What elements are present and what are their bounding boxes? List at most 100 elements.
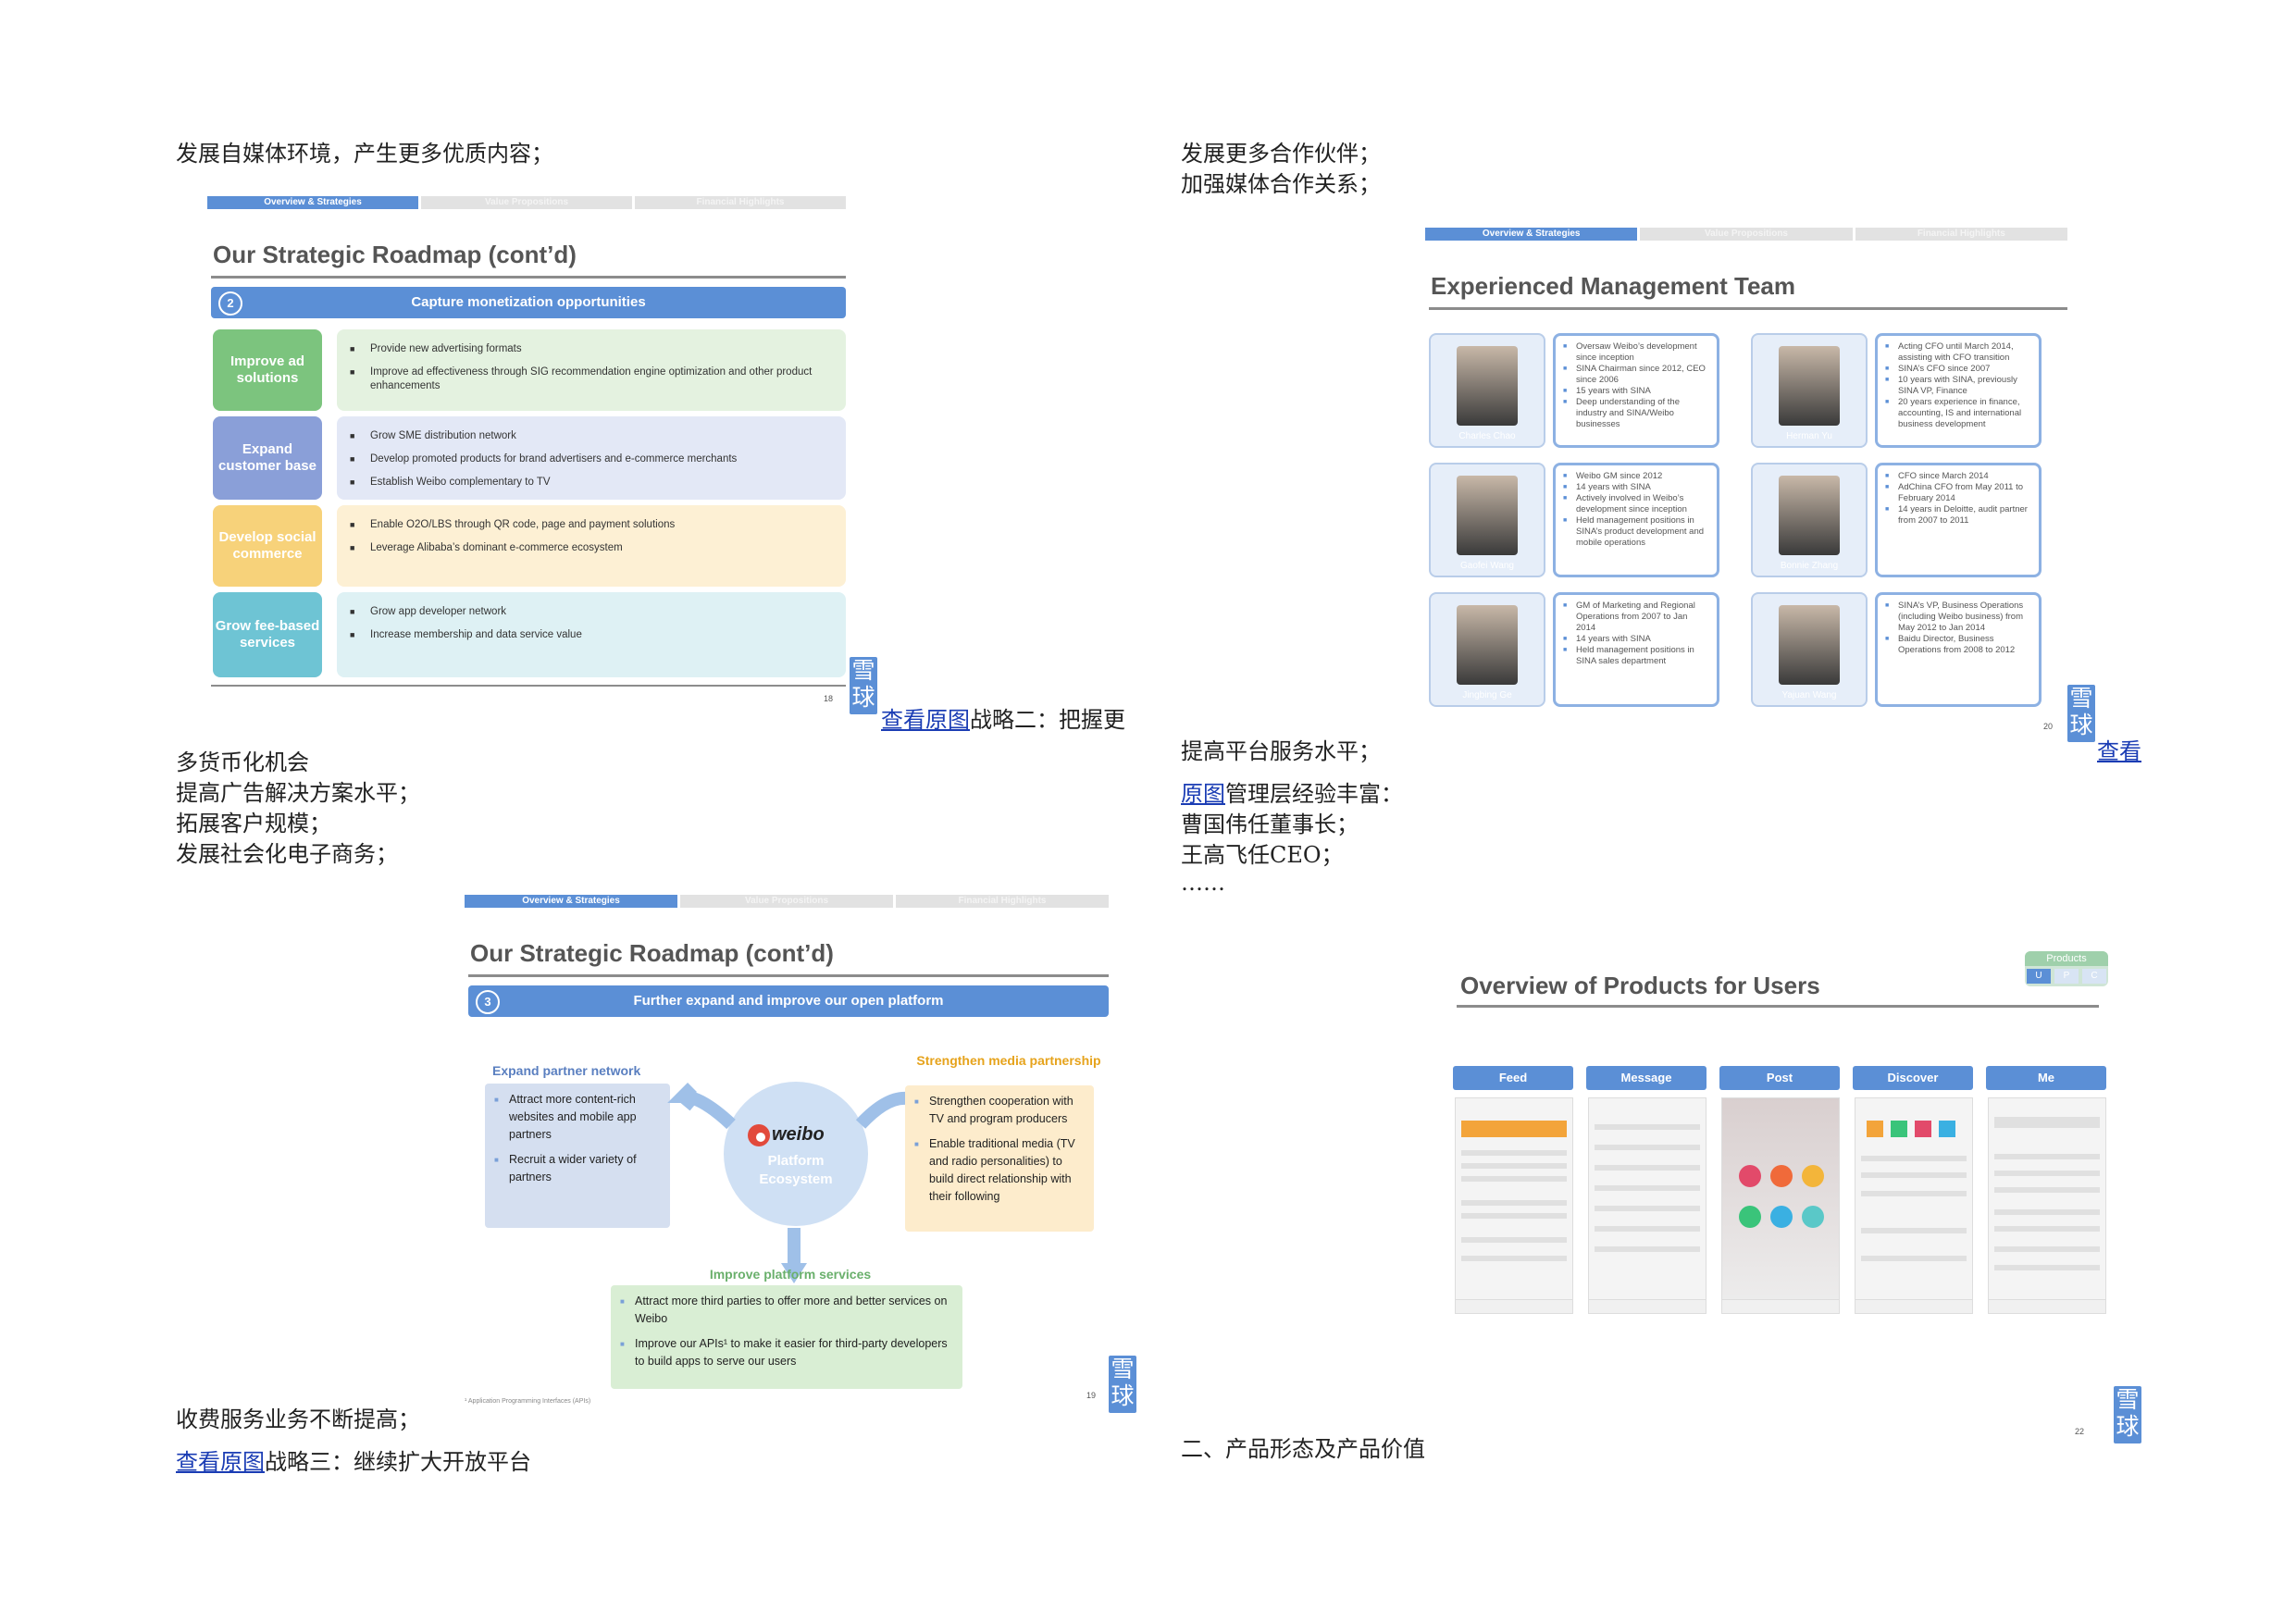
tab-discover: Discover	[1853, 1066, 1973, 1090]
list-item: Increase membership and data service val…	[350, 628, 833, 642]
bio-item: Held management positions in SINA sales …	[1563, 645, 1709, 667]
tab-overview: Overview & Strategies	[1425, 228, 1638, 241]
tab-overview: Overview & Strategies	[207, 196, 418, 209]
bio-card: Acting CFO until March 2014, assisting w…	[1875, 333, 2042, 448]
view-original-link-2[interactable]: 查看原图	[176, 1449, 265, 1475]
phone-post-screenshot	[1721, 1097, 1840, 1314]
bio-item: SINA’s VP, Business Operations (includin…	[1885, 601, 2031, 634]
media-partnership-panel: Strengthen cooperation with TV and progr…	[905, 1085, 1094, 1232]
strategy2-heading-a: 战略二：把握更	[970, 707, 1125, 733]
s2-line-1: 提高广告解决方案水平；	[176, 780, 420, 806]
mgmt-heading: 管理层经验丰富：	[1225, 781, 1403, 807]
slide-roadmap-2: Overview & Strategies Value Propositions…	[204, 194, 851, 712]
list-item: Improve ad effectiveness through SIG rec…	[350, 365, 833, 393]
mgmt-line-1: 曹国伟任董事长；	[1181, 812, 1359, 837]
title-rule	[1429, 307, 2067, 310]
bio-item: 14 years with SINA	[1563, 634, 1709, 645]
bio-item: Actively involved in Weibo’s development…	[1563, 493, 1709, 515]
badge-u: U	[2027, 969, 2051, 984]
slide-management: Overview & Strategies Value Propositions…	[1421, 226, 2071, 731]
phone-me-screenshot	[1988, 1097, 2106, 1314]
box-improve-ad: Provide new advertising formats Improve …	[337, 329, 846, 411]
title-rule	[211, 276, 846, 279]
banner-number: 3	[476, 990, 500, 1014]
s3-pre-text: 收费服务业务不断提高；	[176, 1406, 420, 1432]
weibo-logo-text: weibo	[772, 1124, 825, 1145]
platform-services-panel: Attract more third parties to offer more…	[611, 1285, 962, 1389]
pill-improve-ad: Improve ad solutions	[213, 329, 322, 411]
list-item: Enable traditional media (TV and radio p…	[914, 1135, 1085, 1206]
slide-title: Overview of Products for Users	[1460, 972, 1820, 999]
phone-discover-screenshot	[1855, 1097, 1973, 1314]
link-row-2: 查看原图战略三：继续扩大开放平台	[176, 1447, 531, 1478]
mgmt-line-2: 王高飞任CEO；	[1181, 842, 1344, 868]
bio-item: Acting CFO until March 2014, assisting w…	[1885, 341, 2031, 364]
box-social-commerce: Enable O2O/LBS through QR code, page and…	[337, 505, 846, 587]
ellipsis: ……	[1181, 870, 1225, 896]
badge-p: P	[2054, 969, 2079, 984]
bio-item: CFO since March 2014	[1885, 471, 2031, 482]
section-banner: 3 Further expand and improve our open pl…	[468, 985, 1109, 1017]
page-number: 22	[2075, 1427, 2085, 1436]
expand-partner-panel: Attract more content-rich websites and m…	[485, 1084, 670, 1228]
xueqiu-watermark-icon: 雪球	[1109, 1356, 1136, 1413]
bio-item: Deep understanding of the industry and S…	[1563, 397, 1709, 430]
badge-label: Products	[2025, 951, 2108, 966]
slide-title: Experienced Management Team	[1431, 272, 1795, 300]
nav-tabs: Overview & Strategies Value Propositions…	[207, 196, 846, 209]
view-original-link-1[interactable]: 查看原图	[881, 707, 970, 733]
tab-message: Message	[1586, 1066, 1706, 1090]
person-name: Yajuan Wang	[1781, 690, 1837, 700]
person-name: Charles Chao	[1458, 431, 1516, 441]
bio-item: Weibo GM since 2012	[1563, 471, 1709, 482]
bottom-rule	[211, 685, 846, 687]
s2-line-3: 发展社会化电子商务；	[176, 841, 398, 867]
banner-number: 2	[218, 291, 242, 316]
bio-item: GM of Marketing and Regional Operations …	[1563, 601, 1709, 634]
slide-title: Our Strategic Roadmap (cont’d)	[213, 241, 577, 268]
nav-tabs: Overview & Strategies Value Propositions…	[1425, 228, 2067, 241]
tab-me: Me	[1986, 1066, 2106, 1090]
nav-tabs: Overview & Strategies Value Propositions…	[465, 895, 1109, 908]
view-original-link-3a[interactable]: 查看	[2097, 737, 2141, 767]
view-original-link-3b[interactable]: 原图	[1181, 781, 1225, 807]
person-name: Jingbing Ge	[1462, 690, 1512, 700]
page-number: 20	[2043, 722, 2054, 731]
bio-item: 14 years in Deloitte, audit partner from…	[1885, 504, 2031, 527]
tab-financial: Financial Highlights	[635, 196, 846, 209]
link-row-1: 查看原图战略二：把握更	[881, 705, 1125, 736]
pill-social-commerce: Develop social commerce	[213, 505, 322, 587]
banner-text: Further expand and improve our open plat…	[633, 993, 944, 1009]
bio-item: Oversaw Weibo’s development since incept…	[1563, 341, 1709, 364]
photo-card: Herman Yu	[1751, 333, 1868, 448]
products-badge: Products U P C	[2025, 951, 2108, 986]
list-item: Establish Weibo complementary to TV	[350, 476, 833, 489]
person-name: Herman Yu	[1786, 431, 1832, 441]
platform-services-heading: Improve platform services	[709, 1267, 872, 1282]
list-item: Recruit a wider variety of partners	[494, 1151, 661, 1186]
title-rule	[468, 974, 1109, 977]
xueqiu-watermark-icon: 雪球	[2114, 1386, 2141, 1443]
box-fee-services: Grow app developer network Increase memb…	[337, 592, 846, 677]
tab-value: Value Propositions	[421, 196, 632, 209]
slide-roadmap-3: Overview & Strategies Value Propositions…	[461, 893, 1114, 1411]
s2-line-2: 拓展客户规模；	[176, 811, 331, 836]
page-number: 18	[824, 694, 834, 703]
tab-value: Value Propositions	[680, 895, 893, 908]
bio-item: 20 years experience in finance, accounti…	[1885, 397, 2031, 430]
section-2-heading: 二、产品形态及产品价值	[1181, 1436, 1425, 1462]
list-item: Grow app developer network	[350, 605, 833, 619]
badge-c: C	[2082, 969, 2106, 984]
xueqiu-watermark-icon: 雪球	[2067, 685, 2095, 742]
arrow-right-icon	[855, 1091, 908, 1129]
tab-overview: Overview & Strategies	[465, 895, 677, 908]
expand-partner-heading: Expand partner network	[492, 1063, 641, 1078]
pill-expand-customer: Expand customer base	[213, 416, 322, 500]
phone-feed-screenshot	[1455, 1097, 1573, 1314]
bio-card: Oversaw Weibo’s development since incept…	[1553, 333, 1719, 448]
bio-item: 10 years with SINA, previously SINA VP, …	[1885, 375, 2031, 397]
platform-ecosystem-label: Platform Ecosystem	[759, 1153, 833, 1187]
list-item: Attract more third parties to offer more…	[620, 1293, 953, 1328]
bio-card: GM of Marketing and Regional Operations …	[1553, 592, 1719, 707]
list-item: Leverage Alibaba’s dominant e-commerce e…	[350, 541, 833, 555]
